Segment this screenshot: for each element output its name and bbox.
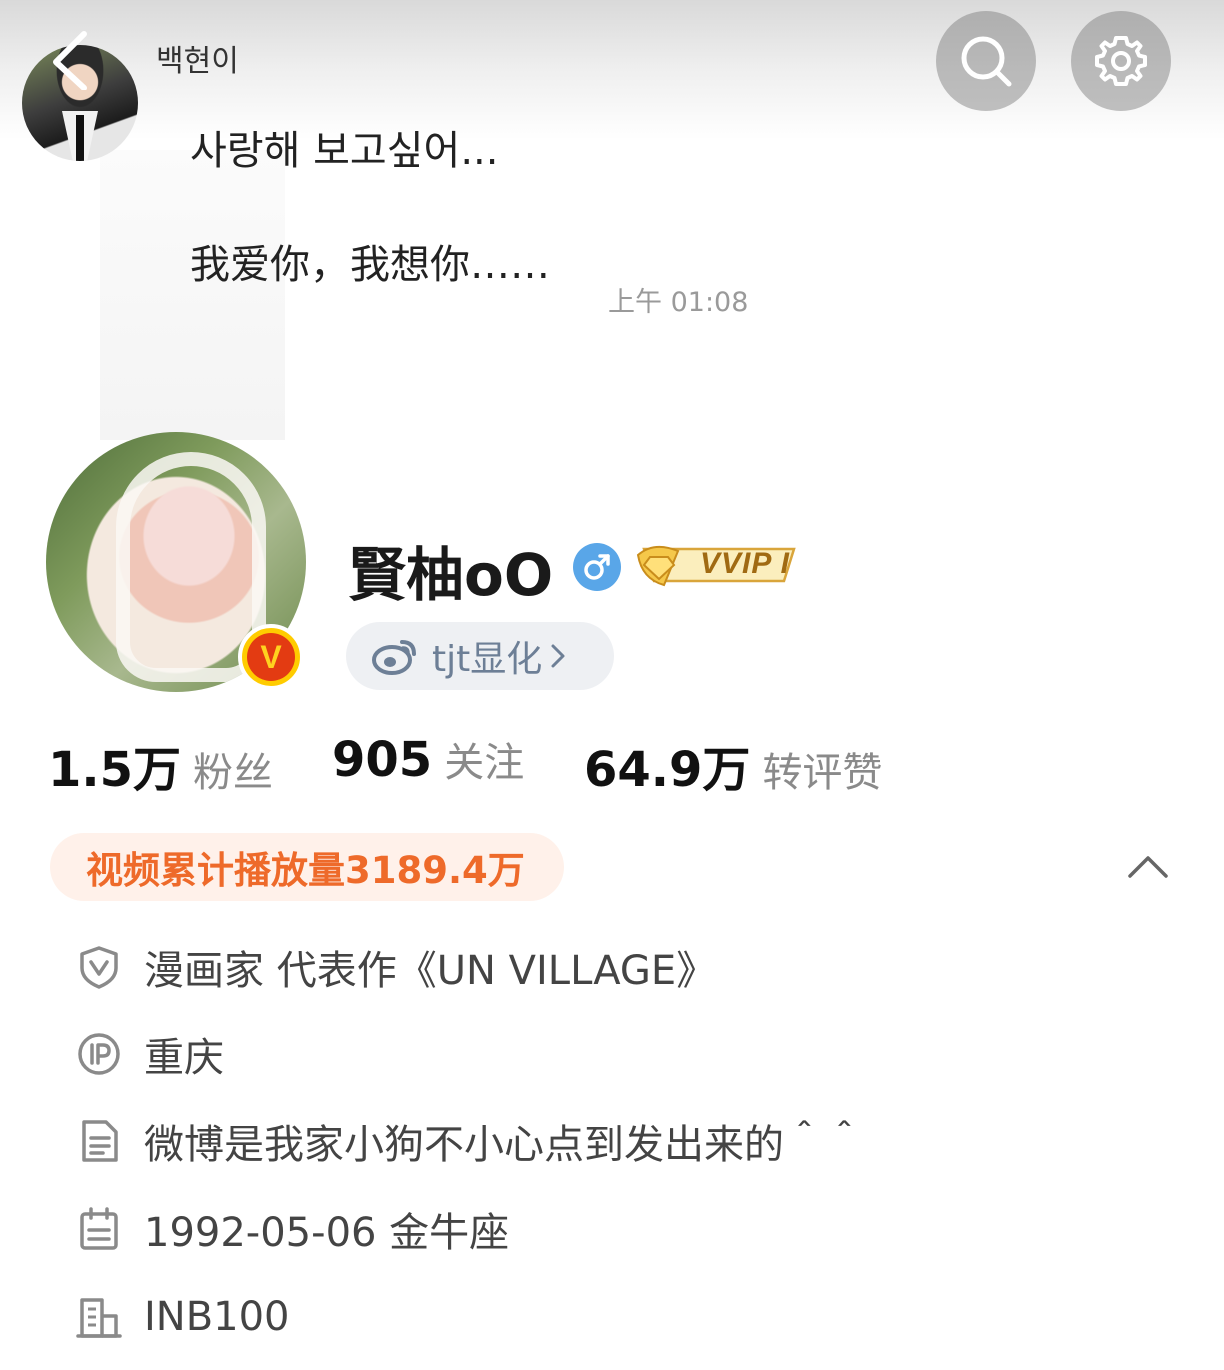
cover-photo-panel — [100, 150, 285, 440]
stat-fans-label: 粉丝 — [193, 750, 274, 796]
chevron-left-icon — [53, 31, 87, 91]
chevron-right-icon — [551, 644, 565, 668]
chat-message-korean: 사랑해 보고싶어... — [190, 128, 499, 174]
gear-icon — [1095, 36, 1147, 86]
info-row-verification: 漫画家 代表作《UN VILLAGE》 — [76, 942, 716, 994]
search-icon — [961, 36, 1012, 87]
weibo-tag-label: tjt显化 — [432, 639, 543, 680]
stat-following-label: 关注 — [444, 740, 525, 786]
video-play-count-tag: 视频累计播放量3189.4万 — [50, 833, 564, 901]
info-ip-text: 重庆 — [144, 1035, 224, 1081]
info-row-birthday: 1992-05-06 金牛座 — [76, 1204, 509, 1256]
chat-message-chinese: 我爱你，我想你…… — [190, 242, 550, 288]
info-row-bio: 微博是我家小狗不小心点到发出来的＾＾ — [76, 1116, 864, 1168]
stat-interactions-value: 64.9万 — [584, 742, 751, 798]
chat-sender-name: 백현이 — [156, 44, 239, 79]
info-row-ip: 重庆 — [76, 1029, 224, 1081]
company-icon — [76, 1298, 122, 1338]
verified-shield-icon — [80, 946, 118, 989]
profile-nickname: 賢柚oO — [348, 541, 554, 609]
info-bio-text: 微博是我家小狗不小心点到发出来的＾＾ — [144, 1122, 864, 1168]
weibo-logo-icon — [372, 640, 416, 675]
male-gender-icon — [573, 543, 621, 591]
stat-interactions[interactable]: 64.9万 转评赞 — [584, 730, 882, 800]
search-button[interactable] — [936, 11, 1036, 111]
collapse-info-button[interactable] — [1126, 852, 1170, 882]
info-verification-text: 漫画家 代表作《UN VILLAGE》 — [144, 948, 717, 994]
info-company-text: INB100 — [144, 1294, 290, 1340]
vvip-label: VVIP I — [700, 547, 790, 580]
verified-badge: V — [238, 624, 304, 690]
chat-timestamp: 上午 01:08 — [608, 287, 749, 318]
calendar-icon — [80, 1207, 118, 1250]
stat-fans-value: 1.5万 — [48, 742, 182, 798]
stat-interactions-label: 转评赞 — [762, 750, 883, 796]
stat-following[interactable]: 905 关注 — [332, 730, 524, 788]
info-row-company: INB100 — [76, 1292, 290, 1342]
back-button[interactable] — [48, 30, 100, 91]
verified-badge-label: V — [247, 633, 295, 681]
document-icon — [82, 1120, 118, 1162]
video-play-count-label: 视频累计播放量3189.4万 — [86, 849, 525, 892]
stat-following-value: 905 — [332, 732, 433, 788]
settings-button[interactable] — [1071, 11, 1171, 111]
stat-fans[interactable]: 1.5万 粉丝 — [48, 730, 273, 800]
ip-location-icon — [78, 1033, 120, 1075]
info-birthday-text: 1992-05-06 金牛座 — [144, 1210, 510, 1256]
chevron-up-icon — [1128, 856, 1168, 878]
weibo-tag-chip[interactable]: tjt显化 — [346, 622, 614, 690]
